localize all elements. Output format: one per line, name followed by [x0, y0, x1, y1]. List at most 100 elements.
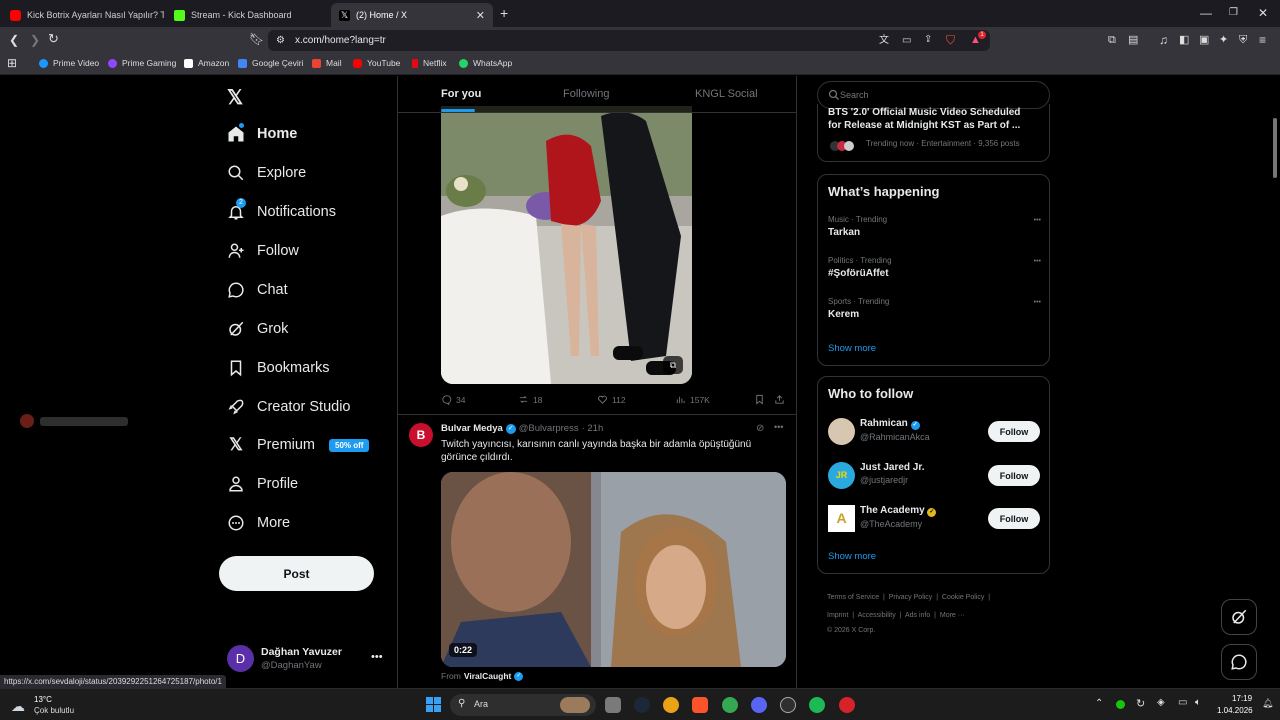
like-action[interactable]: 112 [597, 394, 626, 405]
minimize-icon[interactable]: — [1200, 7, 1212, 19]
volume-icon[interactable]: 🔈︎ [1195, 697, 1201, 708]
back-icon[interactable]: ❮ [9, 34, 19, 46]
trend-item[interactable]: Music · Trending Tarkan ••• [828, 215, 1041, 238]
trends-show-more[interactable]: Show more [828, 343, 876, 354]
tray-chevron-icon[interactable]: ⌃ [1095, 698, 1103, 709]
footer-link[interactable]: Privacy Policy [889, 594, 933, 601]
new-tab-icon[interactable]: + [500, 6, 508, 20]
reply-action[interactable]: 34 [441, 394, 465, 405]
bookmark-youtube[interactable]: YouTube [353, 58, 400, 68]
app-red-icon[interactable] [839, 697, 855, 713]
more-dots-icon[interactable]: ••• [371, 651, 383, 663]
taskbar-search[interactable]: ⚲ Ara [450, 694, 596, 716]
trend-more-icon[interactable]: ••• [1034, 217, 1041, 224]
trend-more-icon[interactable]: ••• [1034, 299, 1041, 306]
browser-tab-kick-dashboard[interactable]: Stream - Kick Dashboard [166, 3, 328, 27]
trend-more-icon[interactable]: ••• [1034, 258, 1041, 265]
tray-status-icon[interactable] [1116, 700, 1125, 709]
bookmark-netflix[interactable]: Netflix [412, 58, 447, 68]
chrome-profile-icon[interactable] [722, 697, 738, 713]
browser-tab-x-home[interactable]: 𝕏 (2) Home / X ✕ [331, 3, 493, 27]
account-switcher[interactable]: D Dağhan Yavuzer @DaghanYaw ••• [227, 645, 387, 673]
notification-center-icon[interactable]: 🔔︎ [1262, 698, 1273, 709]
nav-bookmarks[interactable]: Bookmarks [227, 359, 330, 377]
nav-grok[interactable]: Grok [227, 320, 288, 338]
close-tab-icon[interactable]: ✕ [476, 9, 485, 22]
post-author-handle[interactable]: @Bulvarpress [519, 423, 579, 434]
clock-date[interactable]: 1.04.2026 [1217, 706, 1253, 715]
cast-icon[interactable]: ▭ [902, 35, 911, 47]
site-info-icon[interactable]: ⚙ [276, 35, 285, 47]
bookmark-post-action[interactable] [754, 394, 769, 405]
post-video[interactable]: 0:22 [441, 472, 786, 667]
nav-more[interactable]: More [227, 514, 290, 532]
footer-link[interactable]: Accessibility [858, 612, 896, 619]
post-button[interactable]: Post [219, 556, 374, 591]
music-icon[interactable]: ♫ [1159, 34, 1168, 46]
nav-explore[interactable]: Explore [227, 164, 306, 182]
top-trend-card[interactable]: BTS '2.0' Official Music Video Scheduled… [817, 104, 1050, 162]
follow-suggestion[interactable]: Rahmican ✓ @RahmicanAkca Follow [828, 417, 1041, 447]
footer-link[interactable]: Ads info [905, 612, 930, 619]
close-window-icon[interactable]: ✕ [1258, 7, 1268, 19]
scrollbar-thumb[interactable] [1273, 118, 1277, 178]
discord-icon[interactable] [751, 697, 767, 713]
file-explorer-icon[interactable] [605, 697, 621, 713]
post-author-avatar[interactable]: B [409, 423, 433, 447]
steam-icon[interactable] [634, 697, 650, 713]
leo-ai-icon[interactable]: ✦ [1219, 34, 1228, 46]
chrome-icon[interactable] [663, 697, 679, 713]
restore-icon[interactable]: ❐ [1229, 7, 1238, 19]
gif-alt-icon[interactable]: ⧉ [663, 356, 683, 374]
views-action[interactable]: 157K [675, 394, 710, 405]
browser-tab-kick-botrix[interactable]: Kick Botrix Ayarları Nasıl Yapılır? Taki… [2, 3, 164, 27]
nav-notifications[interactable]: 2 Notifications [227, 198, 336, 221]
follow-suggestion[interactable]: A The Academy ✓ @TheAcademy Follow [828, 504, 1041, 534]
tab-for-you[interactable]: For you [441, 88, 481, 100]
address-bar[interactable]: ⚙ x.com/home?lang=tr 文 ▭ ⇪ ⛉ ▲ 1 [268, 30, 990, 51]
follow-suggestion[interactable]: JR Just Jared Jr. @justjaredjr Follow [828, 461, 1041, 491]
follow-button[interactable]: Follow [988, 421, 1040, 442]
vpn-icon[interactable]: ⛨ [1239, 34, 1247, 46]
messages-float-button[interactable] [1221, 644, 1257, 680]
nav-home[interactable]: Home [227, 123, 297, 143]
grok-float-button[interactable] [1221, 599, 1257, 635]
nav-chat[interactable]: Chat [227, 281, 288, 299]
footer-link[interactable]: Cookie Policy [942, 594, 984, 601]
bookmark-whatsapp[interactable]: WhatsApp [459, 58, 512, 68]
repost-action[interactable]: 18 [518, 394, 542, 405]
post-photo[interactable]: ⧉ [441, 106, 692, 384]
grok-explain-icon[interactable]: ⊘ [756, 423, 764, 434]
reload-icon[interactable]: ↻ [48, 32, 59, 45]
bookmark-prime-video[interactable]: Prime Video [39, 58, 99, 68]
network-icon[interactable]: ▭ [1178, 697, 1187, 708]
footer-more[interactable]: More ··· [940, 612, 965, 619]
menu-icon[interactable]: ≡ [1259, 34, 1266, 46]
trend-item[interactable]: Politics · Trending #ŞoförüAffet ••• [828, 256, 1041, 279]
reader-icon[interactable]: ▤ [1128, 34, 1138, 46]
tray-app-icon[interactable]: ◈ [1157, 697, 1165, 708]
follow-button[interactable]: Follow [988, 508, 1040, 529]
nav-premium[interactable]: 𝕏 Premium 50% off [227, 435, 370, 454]
extensions-icon[interactable]: ⧉ [1108, 34, 1116, 46]
tab-kngl-social[interactable]: KNGL Social [695, 88, 758, 100]
bookmark-mail[interactable]: Mail [312, 58, 342, 68]
follow-show-more[interactable]: Show more [828, 551, 876, 562]
sidebar-toggle-icon[interactable]: ◧ [1179, 34, 1189, 46]
post-author-name[interactable]: Bulvar Medya [441, 423, 503, 434]
follow-button[interactable]: Follow [988, 465, 1040, 486]
bookmark-page-icon[interactable]: 🔖︎ [249, 33, 264, 45]
footer-link[interactable]: Imprint [827, 612, 848, 619]
forward-icon[interactable]: ❯ [30, 34, 40, 46]
share-icon[interactable]: ⇪ [924, 34, 932, 46]
tray-sync-icon[interactable]: ↻ [1136, 697, 1145, 710]
trend-item[interactable]: Sports · Trending Kerem ••• [828, 297, 1041, 320]
url-text[interactable]: x.com/home?lang=tr [295, 35, 386, 46]
x-logo-icon[interactable]: 𝕏 [227, 85, 243, 110]
wallet-icon[interactable]: ▣ [1199, 34, 1209, 46]
apps-grid-icon[interactable]: ⊞ [7, 57, 17, 69]
obs-icon[interactable] [780, 697, 796, 713]
tab-following[interactable]: Following [563, 88, 609, 100]
start-button[interactable] [426, 697, 441, 712]
footer-link[interactable]: Terms of Service [827, 594, 879, 601]
